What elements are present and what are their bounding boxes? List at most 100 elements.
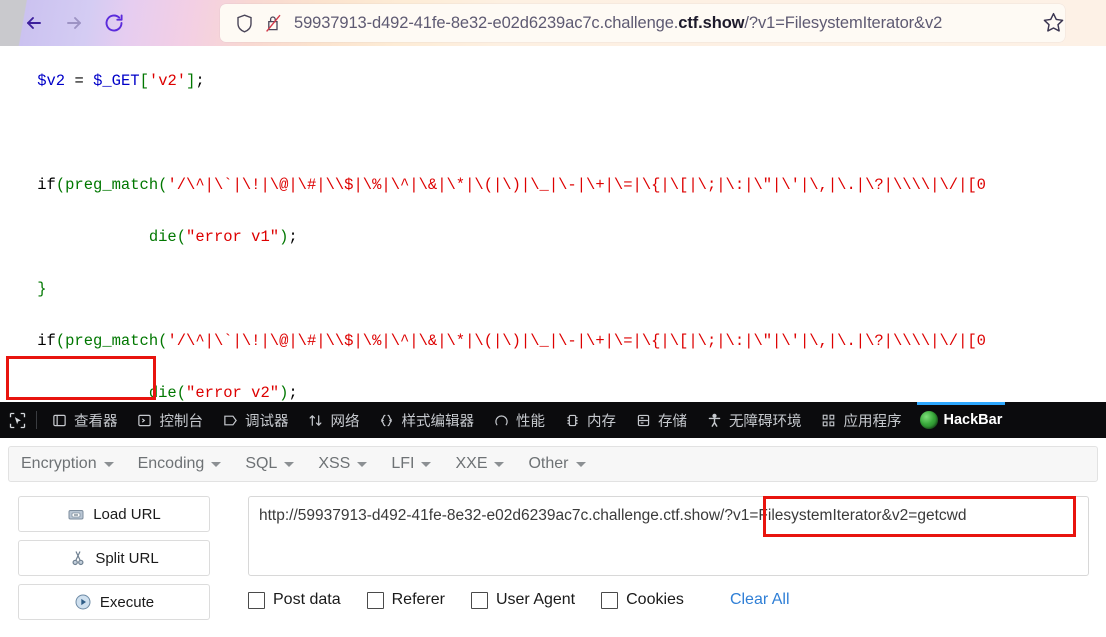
chevron-down-icon (494, 461, 505, 467)
code-line: } (0, 280, 47, 298)
reload-button[interactable] (94, 0, 134, 46)
debugger-icon (221, 411, 239, 429)
forward-button[interactable] (54, 0, 94, 46)
devtools-tab-label: 内存 (587, 413, 616, 430)
split-url-button[interactable]: Split URL (18, 540, 210, 576)
devtools-tab-label: 样式编辑器 (401, 413, 475, 430)
checkbox-box[interactable] (248, 591, 265, 609)
checkbox-box[interactable] (470, 591, 488, 609)
devtools-tab-label: 查看器 (74, 413, 118, 430)
devtools-tab-console[interactable]: 控制台 (127, 402, 213, 438)
browser-nav-buttons (0, 0, 134, 46)
chevron-down-icon (284, 461, 295, 467)
devtools-tab-debugger[interactable]: 调试器 (212, 402, 298, 438)
network-icon (307, 411, 325, 429)
hackbar-menu-other[interactable]: Other (528, 455, 586, 473)
checkbox-label: Post data (273, 591, 341, 608)
devtools-tab-network[interactable]: 网络 (298, 402, 369, 438)
devtools-tab-label: 网络 (330, 413, 360, 430)
devtools-tab-label: 性能 (516, 413, 545, 430)
php-source-code: $v2 = $_GET['v2']; if(preg_match('/\^|\`… (0, 46, 1106, 402)
checkbox-post-data[interactable]: Post data (248, 591, 341, 609)
checkbox-user-agent[interactable]: User Agent (470, 591, 576, 609)
hackbar-menu-encryption[interactable]: Encryption (21, 455, 114, 473)
devtools-tab-storage[interactable]: 存储 (625, 402, 696, 438)
chevron-down-icon (421, 461, 432, 467)
address-bar[interactable]: 59937913-d492-41fe-8e32-e02d6239ac7c.cha… (220, 4, 1065, 42)
flag-highlight-box (6, 356, 156, 400)
devtools-tab-label: 调试器 (245, 413, 289, 430)
console-icon (136, 411, 154, 429)
devtools-tab-inspector[interactable]: 查看器 (41, 402, 127, 438)
firefox-logo-icon (919, 411, 938, 429)
performance-icon (492, 411, 510, 429)
lock-crossed-icon[interactable] (262, 13, 284, 33)
browser-chrome: 59937913-d492-41fe-8e32-e02d6239ac7c.cha… (0, 0, 1106, 46)
menu-label: SQL (245, 455, 278, 472)
devtools-tab-label: HackBar (943, 412, 1003, 428)
code-line: if(preg_match('/\^|\`|\!|\@|\#|\\$|\%|\^… (0, 176, 986, 194)
hackbar-menu-xss[interactable]: XSS (318, 455, 368, 473)
hackbar-menu-sql[interactable]: SQL (245, 455, 295, 473)
chevron-down-icon (103, 461, 114, 467)
hackbar-menu-lfi[interactable]: LFI (391, 455, 432, 473)
code-line: $v2 = $_GET['v2']; (0, 72, 205, 90)
menu-label: XSS (318, 455, 351, 472)
menu-label: Other (528, 455, 569, 472)
load-url-button[interactable]: Load URL (18, 496, 210, 532)
play-icon (74, 593, 92, 611)
checkbox-label: User Agent (495, 591, 576, 608)
chevron-down-icon (357, 461, 368, 467)
hackbar-menu-encoding[interactable]: Encoding (138, 455, 222, 473)
devtools-tab-memory[interactable]: 内存 (554, 402, 625, 438)
devtools-tab-style-editor[interactable]: 样式编辑器 (369, 402, 484, 438)
devtools-tab-label: 存储 (658, 413, 687, 430)
devtools-tab-strip: 查看器 控制台 调试器 网络 样式编辑器 性能 内存 存储 无障碍环境 应用程序… (0, 402, 1106, 438)
checkbox-label: Cookies (626, 591, 684, 608)
accessibility-icon (705, 411, 723, 429)
checkbox-referer[interactable]: Referer (366, 591, 445, 609)
menu-label: LFI (391, 455, 415, 472)
devtools-tab-performance[interactable]: 性能 (483, 402, 554, 438)
devtools-tab-label: 应用程序 (843, 413, 902, 430)
url-query-highlight-box (763, 496, 1076, 537)
button-label: Split URL (95, 549, 159, 567)
hackbar-url-base: http://59937913-d492-41fe-8e32-e02d6239a… (259, 507, 709, 524)
code-line: if(preg_match('/\^|\`|\!|\@|\#|\\$|\%|\^… (0, 332, 986, 350)
inspector-icon (50, 411, 68, 429)
menu-label: Encryption (21, 455, 97, 472)
hackbar-action-buttons: Load URL Split URL Execute (18, 496, 210, 628)
back-button[interactable] (14, 0, 54, 46)
devtools-tab-label: 控制台 (159, 413, 204, 430)
devtools-tab-accessibility[interactable]: 无障碍环境 (696, 402, 811, 438)
page-content: $v2 = $_GET['v2']; if(preg_match('/\^|\`… (0, 46, 1106, 402)
code-line: die("error v2"); (0, 384, 298, 402)
menu-label: XXE (455, 455, 488, 472)
devtools-tab-application[interactable]: 应用程序 (811, 402, 911, 438)
code-line: die("error v1"); (0, 228, 298, 246)
checkbox-label: Referer (391, 591, 445, 608)
shield-icon (234, 13, 254, 33)
chevron-down-icon (575, 461, 586, 467)
button-label: Execute (99, 593, 155, 611)
checkbox-box[interactable] (366, 591, 384, 609)
application-icon (820, 411, 838, 429)
checkbox-cookies[interactable]: Cookies (601, 591, 684, 609)
hackbar-menu-xxe[interactable]: XXE (455, 455, 505, 473)
devtools-tab-hackbar[interactable]: HackBar (911, 402, 1012, 438)
toolbar-divider (36, 411, 37, 429)
hackbar-options: Post data Referer User Agent Cookies Cle… (248, 586, 790, 614)
clear-all-link[interactable]: Clear All (730, 591, 790, 609)
memory-icon (563, 411, 581, 429)
style-editor-icon (378, 411, 396, 429)
hackbar-panel: Encryption Encoding SQL XSS LFI XXE Othe… (0, 438, 1106, 637)
load-url-icon (67, 505, 85, 523)
address-bar-url[interactable]: 59937913-d492-41fe-8e32-e02d6239ac7c.cha… (294, 14, 1065, 33)
element-picker-icon[interactable] (0, 402, 34, 438)
checkbox-box[interactable] (601, 591, 619, 609)
hackbar-menu-bar: Encryption Encoding SQL XSS LFI XXE Othe… (8, 446, 1098, 482)
button-label: Load URL (93, 505, 161, 523)
execute-button[interactable]: Execute (18, 584, 210, 620)
bookmark-star-icon[interactable] (1036, 5, 1070, 39)
